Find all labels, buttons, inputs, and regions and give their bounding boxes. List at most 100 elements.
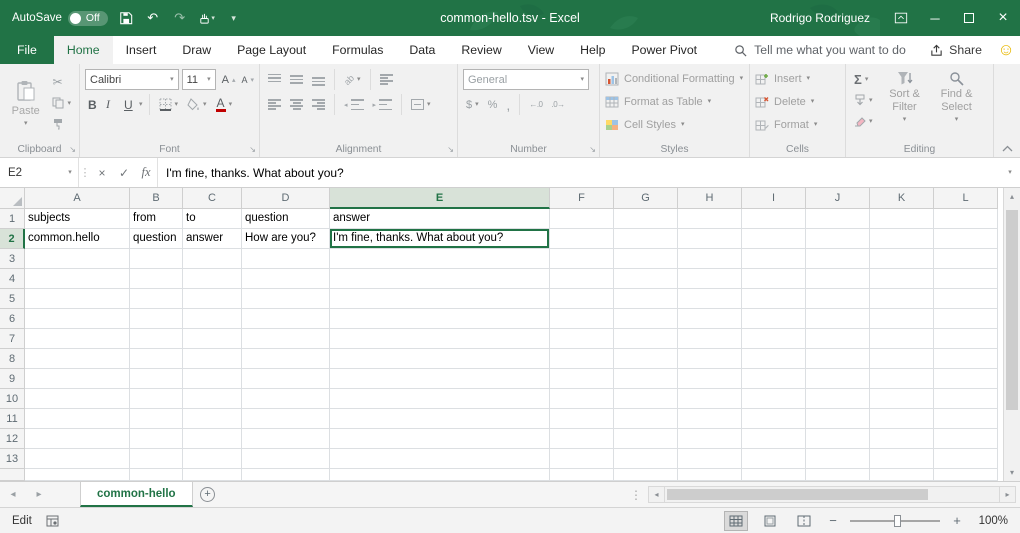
cell-J4[interactable]	[806, 269, 870, 289]
cell-styles-button[interactable]: Cell Styles ▾	[605, 113, 744, 136]
scroll-left-icon[interactable]: ◂	[648, 486, 665, 503]
cell-E13[interactable]	[330, 449, 550, 469]
cell-I7[interactable]	[742, 329, 806, 349]
cell-L5[interactable]	[934, 289, 998, 309]
cell-partial[interactable]	[614, 469, 678, 481]
alignment-dialog-launcher-icon[interactable]: ↘	[447, 146, 454, 154]
tab-power-pivot[interactable]: Power Pivot	[618, 36, 710, 64]
zoom-in-button[interactable]: +	[950, 513, 964, 528]
cell-F10[interactable]	[550, 389, 614, 409]
tab-page-layout[interactable]: Page Layout	[224, 36, 319, 64]
cell-G9[interactable]	[614, 369, 678, 389]
row-header-1[interactable]: 1	[0, 209, 25, 229]
cell-D8[interactable]	[242, 349, 330, 369]
insert-function-button[interactable]: fx	[135, 158, 157, 187]
find-select-button[interactable]: Find & Select ▾	[934, 67, 980, 131]
vertical-scroll-thumb[interactable]	[1006, 210, 1018, 410]
font-size-combo[interactable]: 11▾	[182, 69, 216, 90]
normal-view-button[interactable]	[724, 511, 748, 531]
cell-J5[interactable]	[806, 289, 870, 309]
enter-entry-button[interactable]: ✓	[113, 158, 135, 187]
cell-H12[interactable]	[678, 429, 742, 449]
clear-button[interactable]: ▾	[851, 111, 876, 131]
cell-K8[interactable]	[870, 349, 934, 369]
column-header-F[interactable]: F	[550, 188, 614, 209]
cell-E3[interactable]	[330, 249, 550, 269]
cell-A7[interactable]	[25, 329, 130, 349]
cell-L11[interactable]	[934, 409, 998, 429]
increase-decimal-button[interactable]: ←.0	[526, 95, 545, 115]
increase-font-size-button[interactable]: A▴	[219, 70, 239, 90]
cell-C4[interactable]	[183, 269, 242, 289]
cell-L1[interactable]	[934, 209, 998, 229]
cancel-entry-button[interactable]: ×	[91, 158, 113, 187]
cell-G4[interactable]	[614, 269, 678, 289]
next-sheet-button[interactable]: ▸	[26, 482, 52, 507]
cell-E9[interactable]	[330, 369, 550, 389]
cell-H9[interactable]	[678, 369, 742, 389]
cell-A13[interactable]	[25, 449, 130, 469]
cell-D5[interactable]	[242, 289, 330, 309]
center-button[interactable]	[287, 95, 306, 115]
cell-A11[interactable]	[25, 409, 130, 429]
row-header-12[interactable]: 12	[0, 429, 25, 449]
column-header-A[interactable]: A	[25, 188, 130, 209]
cell-F9[interactable]	[550, 369, 614, 389]
font-dialog-launcher-icon[interactable]: ↘	[249, 146, 256, 154]
column-header-I[interactable]: I	[742, 188, 806, 209]
cell-F5[interactable]	[550, 289, 614, 309]
cell-C13[interactable]	[183, 449, 242, 469]
horizontal-scrollbar[interactable]: ◂ ▸	[648, 482, 1020, 507]
cell-G2[interactable]	[614, 229, 678, 249]
cell-partial[interactable]	[183, 469, 242, 481]
tab-help[interactable]: Help	[567, 36, 618, 64]
cell-H6[interactable]	[678, 309, 742, 329]
minimize-button[interactable]: ─	[918, 0, 952, 36]
cell-G7[interactable]	[614, 329, 678, 349]
cell-H10[interactable]	[678, 389, 742, 409]
fill-button[interactable]: ▾	[851, 90, 876, 110]
cell-J13[interactable]	[806, 449, 870, 469]
cell-I6[interactable]	[742, 309, 806, 329]
cell-J9[interactable]	[806, 369, 870, 389]
new-sheet-button[interactable]: +	[193, 482, 223, 507]
horizontal-scroll-thumb[interactable]	[667, 489, 928, 500]
cell-J8[interactable]	[806, 349, 870, 369]
cell-L6[interactable]	[934, 309, 998, 329]
cell-F6[interactable]	[550, 309, 614, 329]
cell-E6[interactable]	[330, 309, 550, 329]
cell-C1[interactable]: to	[183, 209, 242, 229]
cell-B11[interactable]	[130, 409, 183, 429]
accounting-format-button[interactable]: $▾	[463, 95, 482, 115]
cell-D7[interactable]	[242, 329, 330, 349]
cell-partial[interactable]	[678, 469, 742, 481]
cell-K10[interactable]	[870, 389, 934, 409]
cell-J2[interactable]	[806, 229, 870, 249]
middle-align-button[interactable]	[287, 70, 306, 90]
cell-C10[interactable]	[183, 389, 242, 409]
format-as-table-button[interactable]: Format as Table ▾	[605, 90, 744, 113]
cell-J3[interactable]	[806, 249, 870, 269]
cell-G11[interactable]	[614, 409, 678, 429]
column-header-C[interactable]: C	[183, 188, 242, 209]
sheet-bar-resize-handle[interactable]: ⋮	[630, 482, 648, 507]
cell-D9[interactable]	[242, 369, 330, 389]
increase-indent-button[interactable]: ▸	[370, 95, 396, 115]
tab-home[interactable]: Home	[54, 36, 113, 64]
cell-B3[interactable]	[130, 249, 183, 269]
cell-E1[interactable]: answer	[330, 209, 550, 229]
column-header-L[interactable]: L	[934, 188, 998, 209]
cell-B6[interactable]	[130, 309, 183, 329]
cell-F12[interactable]	[550, 429, 614, 449]
decrease-font-size-button[interactable]: A▾	[241, 70, 254, 90]
formula-bar-handle[interactable]: ⋮	[79, 158, 91, 187]
merge-and-center-button[interactable]: ▾	[408, 95, 434, 115]
cell-F11[interactable]	[550, 409, 614, 429]
cell-F1[interactable]	[550, 209, 614, 229]
cell-D11[interactable]	[242, 409, 330, 429]
column-header-D[interactable]: D	[242, 188, 330, 209]
cell-C3[interactable]	[183, 249, 242, 269]
cell-G8[interactable]	[614, 349, 678, 369]
cell-A9[interactable]	[25, 369, 130, 389]
fill-color-button[interactable]: ▾	[184, 95, 210, 115]
